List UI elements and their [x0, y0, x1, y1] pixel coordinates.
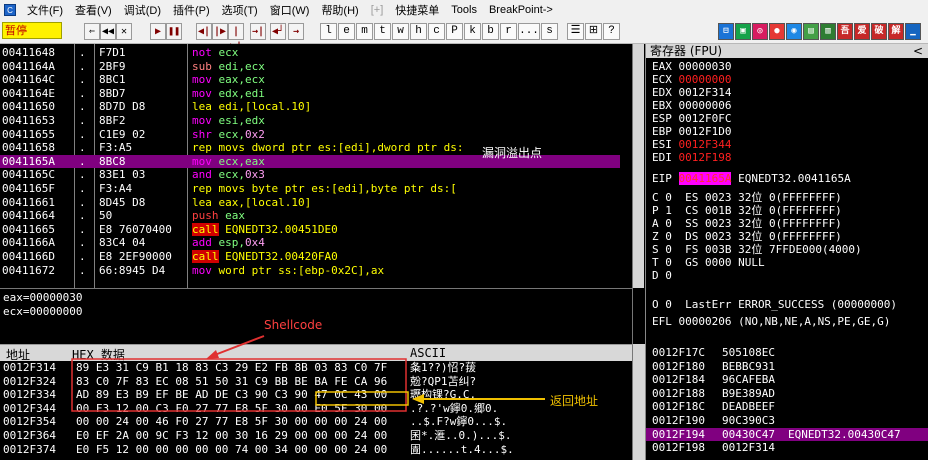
annotation-overlay — [71, 335, 545, 412]
return-address-highlight-box — [315, 391, 409, 406]
shellcode-arrow-line — [211, 335, 265, 357]
return-address-arrow-head — [412, 394, 424, 404]
shellcode-label: Shellcode — [264, 318, 323, 332]
shellcode-arrow-head — [206, 350, 219, 359]
shellcode-highlight-box — [71, 358, 407, 412]
return-address-label: 返回地址 — [550, 394, 599, 408]
overflow-point-label: 漏洞溢出点 — [482, 146, 543, 160]
